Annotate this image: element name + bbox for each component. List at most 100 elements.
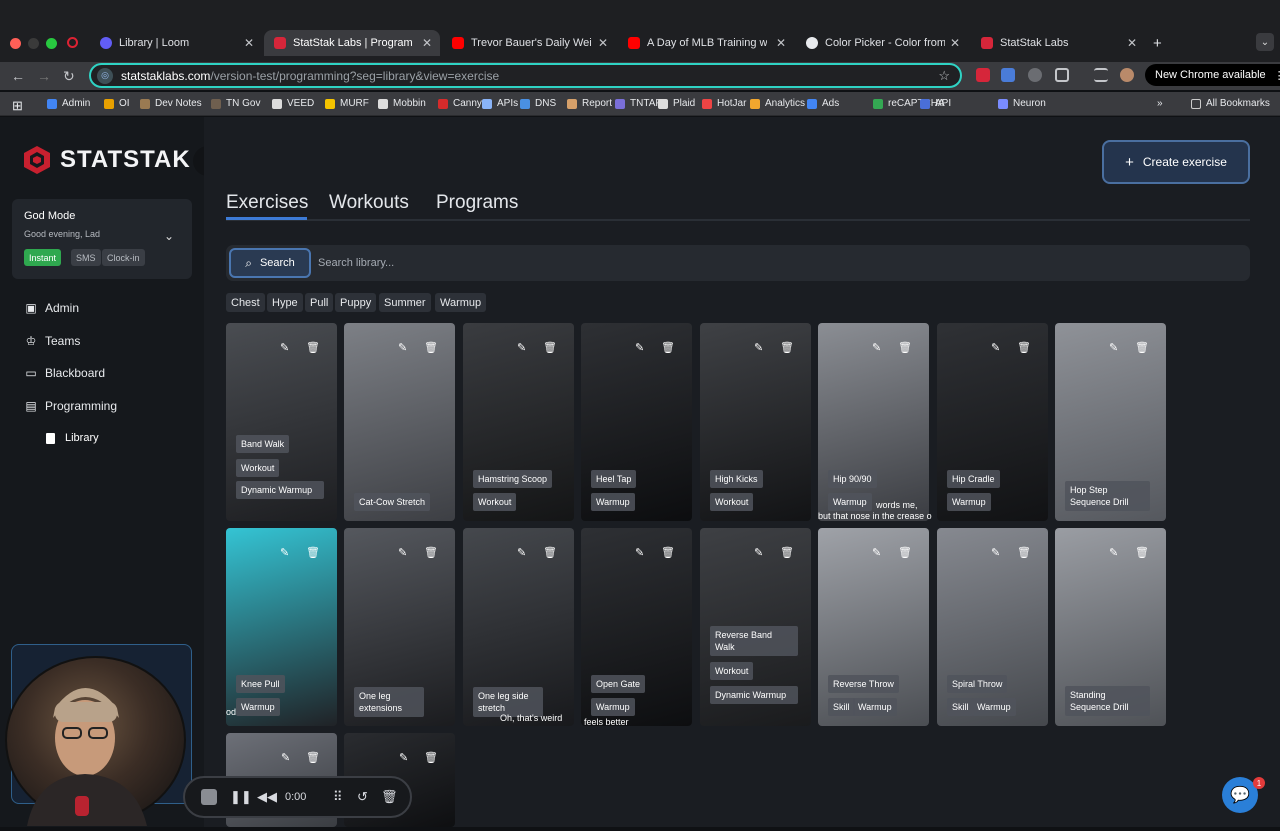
bookmark-tn-gov[interactable]: TN Gov [211, 98, 260, 109]
bookmark-apis[interactable]: APIs [482, 98, 518, 109]
sidebar-item-admin[interactable]: ▣ Admin [24, 301, 79, 315]
bookmark-veed[interactable]: VEED [272, 98, 314, 109]
trash-icon[interactable]: 🗑 [898, 341, 912, 354]
tab-search-icon[interactable]: ⌄ [1256, 33, 1274, 51]
webcam-bubble[interactable] [5, 656, 186, 826]
bookmark-admin[interactable]: Admin [47, 98, 90, 109]
filter-chip-puppy[interactable]: Puppy [335, 293, 377, 312]
browser-tab-mlb-training[interactable]: A Day of MLB Training with Ju ✕ [618, 30, 794, 56]
new-tab-icon[interactable]: + [1153, 35, 1162, 52]
more-bookmarks-icon[interactable]: » [1157, 98, 1163, 109]
edit-pencil-icon[interactable]: ✎ [991, 546, 1000, 559]
filter-chip-chest[interactable]: Chest [226, 293, 265, 312]
browser-tab-loom[interactable]: Library | Loom ✕ [90, 30, 262, 56]
reload-icon[interactable]: ↻ [63, 68, 75, 85]
profile-avatar[interactable] [1120, 68, 1134, 82]
exercise-tag[interactable]: Dynamic Warmup [710, 686, 798, 704]
bookmark-mobbin[interactable]: Mobbin [378, 98, 426, 109]
trash-icon[interactable]: 🗑 [1135, 546, 1149, 559]
edit-pencil-icon[interactable]: ✎ [754, 341, 763, 354]
bookmark-murf[interactable]: MURF [325, 98, 369, 109]
bookmark-dns[interactable]: DNS [520, 98, 556, 109]
extensions-puzzle-icon[interactable] [1055, 68, 1069, 82]
extension-icon[interactable] [1028, 68, 1042, 82]
exercise-card[interactable]: ✎ 🗑 Hamstring Scoop Workout [463, 323, 574, 521]
exercise-tag[interactable]: Warmup [853, 698, 897, 716]
exercise-tag[interactable]: Warmup [591, 493, 635, 511]
edit-pencil-icon[interactable]: ✎ [517, 546, 526, 559]
close-tab-icon[interactable]: ✕ [422, 36, 432, 50]
sms-pill[interactable]: SMS [71, 249, 101, 266]
trash-icon[interactable]: 🗑 [543, 546, 557, 559]
back-icon[interactable]: ← [11, 68, 25, 84]
browser-tab-statstak-programming[interactable]: StatStak Labs | Programmi ✕ [264, 30, 440, 56]
restart-icon[interactable]: ↺ [357, 789, 368, 805]
bookmark-neuron[interactable]: Neuron [998, 98, 1046, 109]
sidebar-item-programming[interactable]: ▤ Programming [24, 399, 117, 413]
bookmark-hotjar[interactable]: HotJar [702, 98, 746, 109]
trash-icon[interactable]: 🗑 [424, 341, 438, 354]
exercise-tag[interactable]: Workout [236, 459, 280, 477]
sidebar-item-teams[interactable]: ♔ Teams [24, 334, 81, 348]
edit-pencil-icon[interactable]: ✎ [281, 751, 290, 764]
exercise-tag[interactable]: Warmup [972, 698, 1016, 716]
close-tab-icon[interactable]: ✕ [950, 36, 960, 50]
kebab-menu-icon[interactable]: ⋮ [1274, 69, 1280, 82]
edit-pencil-icon[interactable]: ✎ [872, 341, 881, 354]
edit-pencil-icon[interactable]: ✎ [991, 341, 1000, 354]
trash-icon[interactable]: 🗑 [306, 341, 320, 354]
exercise-tag[interactable]: Skill [947, 698, 974, 716]
close-tab-icon[interactable]: ✕ [1127, 36, 1137, 50]
exercise-tag[interactable]: Warmup [828, 493, 872, 511]
bookmark-plaid[interactable]: Plaid [658, 98, 695, 109]
all-bookmarks[interactable]: All Bookmarks [1191, 98, 1270, 109]
exercise-card[interactable]: ✎ 🗑 Open Gate Warmup [581, 528, 692, 726]
drag-handle-icon[interactable]: ⠿ [333, 789, 343, 805]
trash-icon[interactable]: 🗑 [1017, 546, 1031, 559]
edit-pencil-icon[interactable]: ✎ [280, 546, 289, 559]
browser-tab-trevor-bauer[interactable]: Trevor Bauer's Daily Weighted ✕ [442, 30, 616, 56]
bookmark-canny[interactable]: Canny [438, 98, 482, 109]
stop-recording-button[interactable] [201, 789, 217, 805]
search-button[interactable]: ⌕ Search [229, 248, 311, 278]
exercise-card[interactable]: ✎ 🗑 Hop Step Sequence Drill [1055, 323, 1166, 521]
trash-icon[interactable]: 🗑 [898, 546, 912, 559]
apps-grid-icon[interactable]: ⊞ [12, 98, 23, 114]
trash-icon[interactable]: 🗑 [1017, 341, 1031, 354]
edit-pencil-icon[interactable]: ✎ [872, 546, 881, 559]
instant-pill[interactable]: Instant [24, 249, 62, 266]
browser-tab-statstak[interactable]: StatStak Labs ✕ [971, 30, 1145, 56]
forward-icon[interactable]: → [37, 68, 51, 84]
trash-icon[interactable]: 🗑 [424, 546, 438, 559]
exercise-card[interactable]: ✎ 🗑 Hip 90/90 Warmup [818, 323, 929, 521]
exercise-card[interactable]: ✎ 🗑 Reverse Throw Skill Warmup [818, 528, 929, 726]
exercise-card[interactable]: ✎ 🗑 High Kicks Workout [700, 323, 811, 521]
bookmark-tntap[interactable]: TNTAP [615, 98, 662, 109]
exercise-tag[interactable]: Dynamic Warmup [236, 481, 324, 499]
bookmark-dev-notes[interactable]: Dev Notes [140, 98, 202, 109]
sidebar-item-blackboard[interactable]: ▭ Blackboard [24, 366, 105, 380]
exercise-card[interactable]: ✎ 🗑 Spiral Throw Skill Warmup [937, 528, 1048, 726]
trash-icon[interactable]: 🗑 [1135, 341, 1149, 354]
exercise-tag[interactable]: Warmup [236, 698, 280, 716]
close-tab-icon[interactable]: ✕ [244, 36, 254, 50]
trash-icon[interactable]: 🗑 [661, 546, 675, 559]
sidebar-item-library[interactable]: Library [46, 432, 99, 444]
filter-chip-summer[interactable]: Summer [379, 293, 431, 312]
trash-icon[interactable]: 🗑 [661, 341, 675, 354]
bookmark-star-icon[interactable]: ☆ [938, 68, 950, 84]
exercise-card[interactable]: ✎ 🗑 Knee Pull Warmup [226, 528, 337, 726]
exercise-tag[interactable]: Skill [828, 698, 855, 716]
pause-icon[interactable]: ❚❚ [230, 789, 252, 805]
edit-pencil-icon[interactable]: ✎ [635, 341, 644, 354]
close-tab-icon[interactable]: ✕ [598, 36, 608, 50]
bookmark-api[interactable]: API [920, 98, 951, 109]
filter-chip-warmup[interactable]: Warmup [435, 293, 487, 312]
exercise-card[interactable]: ✎ 🗑 Reverse Band Walk Workout Dynamic Warmup [700, 528, 811, 726]
mode-card[interactable]: God Mode Good evening, Lad ⌄ Instant SMS… [12, 199, 192, 279]
exercise-card[interactable]: ✎ 🗑 One leg side stretch [463, 528, 574, 726]
bookmark-report[interactable]: Report [567, 98, 612, 109]
close-tab-icon[interactable]: ✕ [776, 36, 786, 50]
edit-pencil-icon[interactable]: ✎ [280, 341, 289, 354]
trash-icon[interactable]: 🗑 [543, 341, 557, 354]
